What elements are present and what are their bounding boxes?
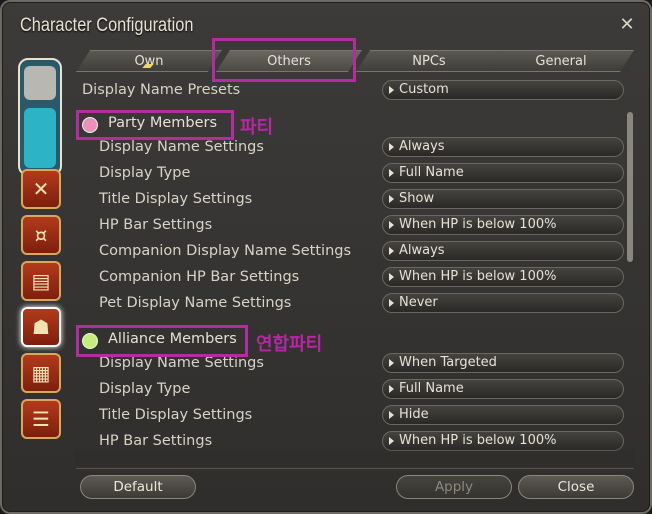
crossed-swords-icon[interactable]: ✕: [21, 169, 61, 209]
alliance-title-display-label: Title Display Settings: [99, 407, 253, 423]
party-display-name-label: Display Name Settings: [99, 139, 264, 155]
party-display-type-label: Display Type: [99, 165, 191, 181]
alliance-title-display-dropdown[interactable]: Hide: [382, 405, 624, 425]
character-portrait-icon[interactable]: ☗: [21, 307, 61, 347]
checkered-flag-icon[interactable]: ▦: [21, 353, 61, 393]
tab-general[interactable]: General: [488, 50, 634, 72]
party-hp-bar-label: HP Bar Settings: [99, 217, 213, 233]
party-companion-name-label: Companion Display Name Settings: [99, 243, 352, 259]
close-icon[interactable]: ✕: [616, 14, 638, 36]
alliance-display-name-label: Display Name Settings: [99, 355, 264, 371]
party-companion-hp-label: Companion HP Bar Settings: [99, 269, 300, 285]
party-companion-hp-dropdown[interactable]: When HP is below 100%: [382, 267, 624, 287]
tab-own[interactable]: Own: [76, 50, 222, 72]
alliance-display-name-dropdown[interactable]: When Targeted: [382, 353, 624, 373]
tab-npcs[interactable]: NPCs: [356, 50, 502, 72]
default-button[interactable]: Default: [80, 475, 196, 499]
chat-bubble-icon[interactable]: ☰: [21, 399, 61, 439]
party-title-display-label: Title Display Settings: [99, 191, 253, 207]
input-mode-group: [18, 58, 62, 176]
alliance-display-type-dropdown[interactable]: Full Name: [382, 379, 624, 399]
window-title: Character Configuration: [20, 15, 194, 36]
presets-label: Display Name Presets: [82, 82, 241, 98]
footer-divider: [76, 468, 634, 469]
party-pet-name-label: Pet Display Name Settings: [99, 295, 292, 311]
annotation-party-text: 파티: [240, 117, 274, 138]
id-card-icon[interactable]: ▤: [21, 261, 61, 301]
party-companion-name-dropdown[interactable]: Always: [382, 241, 624, 261]
apply-button[interactable]: Apply: [396, 475, 512, 499]
character-configuration-window: Character Configuration ✕ Own Others NPC…: [0, 0, 652, 514]
alliance-display-type-label: Display Type: [99, 381, 191, 397]
gamepad-icon[interactable]: [24, 66, 56, 100]
party-title-display-dropdown[interactable]: Show: [382, 189, 624, 209]
party-display-type-dropdown[interactable]: Full Name: [382, 163, 624, 183]
party-display-name-dropdown[interactable]: Always: [382, 137, 624, 157]
mouse-icon[interactable]: [24, 108, 56, 168]
annotation-box-alliance: [76, 325, 248, 357]
category-column: ✕ ¤ ▤ ☗ ▦ ☰: [12, 52, 70, 506]
presets-dropdown[interactable]: Custom: [382, 80, 624, 100]
annotation-box-party: [76, 110, 234, 140]
annotation-alliance-text: 연합파티: [256, 334, 323, 355]
party-pet-name-dropdown[interactable]: Never: [382, 293, 624, 313]
money-bag-icon[interactable]: ¤: [21, 215, 61, 255]
annotation-box-others-tab: [212, 38, 356, 82]
close-button[interactable]: Close: [518, 475, 634, 499]
party-hp-bar-dropdown[interactable]: When HP is below 100%: [382, 215, 624, 235]
scroll-fade: [74, 444, 634, 466]
